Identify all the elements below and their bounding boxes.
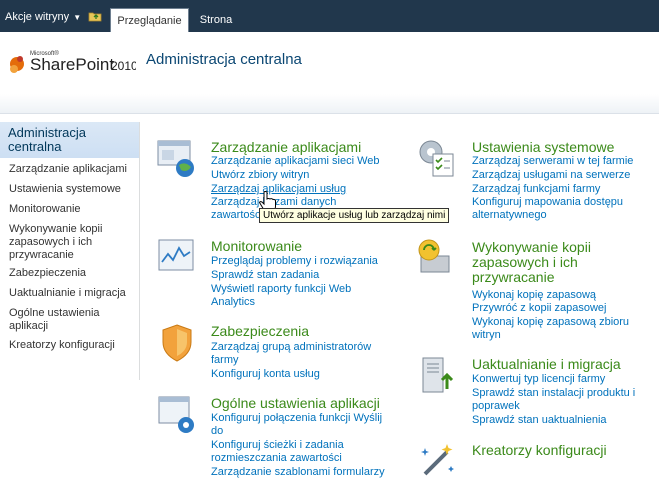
section-title-general-settings[interactable]: Ogólne ustawienia aplikacji — [211, 396, 380, 411]
site-actions-menu[interactable]: Akcje witryny ▼ — [5, 11, 81, 23]
section-title-backup-line-1: Wykonywanie kopii — [472, 239, 591, 255]
tooltip: Utwórz aplikacje usług lub zarządzaj nim… — [259, 208, 450, 223]
backup-restore-icon — [418, 239, 450, 273]
link-check-upgrade-status[interactable]: Sprawdź stan uaktualnienia — [472, 414, 607, 427]
general-settings-icon — [158, 396, 194, 433]
site-actions-label: Akcje witryny — [5, 11, 70, 23]
link-web-analytics-reports-cont[interactable]: Analytics — [211, 296, 255, 309]
nav-item-application-management[interactable]: Zarządzanie aplikacjami — [0, 163, 138, 176]
link-review-problems[interactable]: Przeglądaj problemy i rozwiązania — [211, 255, 378, 268]
link-configure-send-to[interactable]: Konfiguruj połączenia funkcji Wyślij — [211, 412, 382, 425]
nav-item-upgrade-migration[interactable]: Uaktualnianie i migracja — [0, 287, 138, 300]
link-convert-license-type[interactable]: Konwertuj typ licencji farmy — [472, 373, 605, 386]
nav-item-configuration-wizards[interactable]: Kreatorzy konfiguracji — [0, 339, 138, 352]
section-title-upgrade-migration[interactable]: Uaktualnianie i migracja — [472, 357, 621, 372]
section-title-backup-line-3: przywracanie — [472, 269, 555, 285]
nav-item-security[interactable]: Zabezpieczenia — [0, 267, 138, 280]
link-check-install-status-cont[interactable]: poprawek — [472, 400, 520, 413]
quick-launch: Administracja centralna Zarządzanie apli… — [0, 122, 140, 380]
tab-browse[interactable]: Przeglądanie — [110, 8, 189, 32]
link-configure-send-to-cont[interactable]: do — [211, 425, 223, 438]
sharepoint-logo: Microsoft® SharePoint 2010 — [10, 50, 136, 74]
section-title-system-settings[interactable]: Ustawienia systemowe — [472, 140, 614, 155]
ribbon: Akcje witryny ▼ Przeglądanie Strona — [0, 0, 659, 32]
section-title-security[interactable]: Zabezpieczenia — [211, 324, 309, 339]
link-web-analytics-reports[interactable]: Wyświetl raporty funkcji Web — [211, 283, 351, 296]
link-manage-farm-administrators-cont[interactable]: farmy — [211, 354, 239, 367]
nav-item-system-settings[interactable]: Ustawienia systemowe — [0, 183, 138, 196]
link-configure-aam[interactable]: Konfiguruj mapowania dostępu — [472, 196, 623, 209]
link-manage-form-templates[interactable]: Zarządzanie szablonami formularzy — [211, 466, 385, 479]
magic-wand-icon — [421, 444, 454, 476]
link-content-deployment[interactable]: Konfiguruj ścieżki i zadania — [211, 439, 344, 452]
application-management-icon — [157, 140, 194, 177]
system-settings-icon — [419, 140, 454, 177]
logo-year-text: 2010 — [111, 59, 136, 73]
monitoring-icon — [158, 239, 194, 271]
quick-launch-header[interactable]: Administracja centralna — [0, 122, 139, 158]
link-manage-service-applications[interactable]: Zarządzaj aplikacjami usług — [211, 183, 346, 196]
title-area: Microsoft® SharePoint 2010 — [0, 32, 659, 94]
title-band — [0, 94, 659, 114]
link-check-job-status[interactable]: Sprawdź stan zadania — [211, 269, 319, 282]
section-title-backup-line-2: zapasowych i ich — [472, 254, 578, 270]
link-manage-farm-administrators[interactable]: Zarządzaj grupą administratorów — [211, 341, 371, 354]
chevron-down-icon: ▼ — [73, 12, 82, 22]
nav-item-monitoring[interactable]: Monitorowanie — [0, 203, 138, 216]
nav-item-backup-restore[interactable]: Wykonywanie kopii zapasowych i ich przyw… — [0, 223, 138, 262]
section-title-application-management[interactable]: Zarządzanie aplikacjami — [211, 140, 361, 155]
logo-sharepoint-text: SharePoint — [30, 55, 114, 74]
link-manage-content-databases-cont[interactable]: zawartości — [211, 209, 263, 222]
link-manage-services-on-server[interactable]: Zarządzaj usługami na serwerze — [472, 169, 630, 182]
link-manage-servers[interactable]: Zarządzaj serwerami w tej farmie — [472, 155, 633, 168]
section-title-backup-restore[interactable]: Wykonywanie kopii zapasowych i ich przywra… — [472, 240, 591, 285]
link-perform-backup[interactable]: Wykonaj kopię zapasową — [472, 289, 596, 302]
link-restore-from-backup[interactable]: Przywróć z kopii zapasowej — [472, 302, 607, 315]
site-title[interactable]: Administracja centralna — [146, 51, 302, 68]
section-title-configuration-wizards[interactable]: Kreatorzy konfiguracji — [472, 443, 607, 458]
link-backup-site-collection-cont[interactable]: witryn — [472, 329, 501, 342]
link-configure-service-accounts[interactable]: Konfiguruj konta usług — [211, 368, 320, 381]
shield-icon — [162, 324, 192, 362]
link-check-install-status[interactable]: Sprawdź stan instalacji produktu i — [472, 387, 635, 400]
tab-page[interactable]: Strona — [192, 8, 240, 32]
link-content-deployment-cont[interactable]: rozmieszczania zawartości — [211, 452, 342, 465]
link-manage-web-applications[interactable]: Zarządzanie aplikacjami sieci Web — [211, 155, 380, 168]
navigate-up-icon[interactable] — [88, 10, 102, 22]
nav-item-general-settings[interactable]: Ogólne ustawienia aplikacji — [0, 307, 138, 333]
upgrade-migration-icon — [422, 357, 454, 393]
section-title-monitoring[interactable]: Monitorowanie — [211, 239, 302, 254]
link-backup-site-collection[interactable]: Wykonaj kopię zapasową zbioru — [472, 316, 629, 329]
link-manage-farm-features[interactable]: Zarządzaj funkcjami farmy — [472, 183, 600, 196]
link-configure-aam-cont[interactable]: alternatywnego — [472, 209, 547, 222]
link-create-site-collections[interactable]: Utwórz zbiory witryn — [211, 169, 309, 182]
